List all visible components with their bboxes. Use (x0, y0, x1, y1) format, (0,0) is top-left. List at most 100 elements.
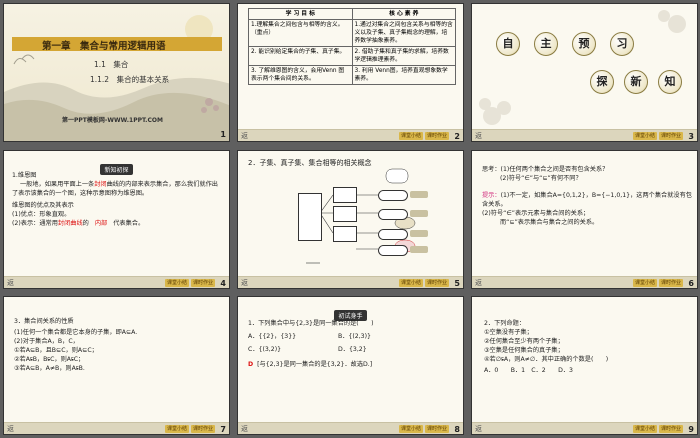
text-span: (2)表示：通常用 (12, 220, 58, 227)
list-item: (1)任何一个集合都是它本身的子集，即A⊆A. (14, 329, 138, 336)
branch-box (333, 206, 357, 222)
slide-number: 8 (454, 425, 460, 434)
highlight-text: 封闭曲线 (57, 220, 83, 227)
list-item: ①若A⊆B，且B⊆C，则A⊆C； (14, 347, 98, 354)
answer-line: D [与{2,3}是同一集合的是{3,2}．故选D.] (248, 360, 458, 369)
slide-number: 4 (220, 279, 226, 288)
table-cell: 2. 借助子集和真子集的求解，培养数学逻辑推理素养。 (351, 46, 456, 66)
definition-pill (378, 245, 408, 256)
table-header: 学 习 目 标 (248, 8, 353, 20)
summary-button[interactable]: 课堂小结 (398, 132, 423, 140)
summary-button[interactable]: 课堂小结 (632, 279, 657, 287)
footer-buttons: 课堂小结 课时作业 (632, 425, 683, 433)
title-char: 新 (624, 70, 648, 94)
back-label[interactable]: 返 (475, 131, 482, 141)
homework-button[interactable]: 课时作业 (424, 132, 449, 140)
subsection-title: 1.1.2 集合的基本关系 (90, 75, 170, 84)
list-item: ①空集没有子集； (484, 329, 533, 336)
slide-thumbnail-1[interactable]: 第一章 集合与常用逻辑用语 1.1 集合 1.1.2 集合的基本关系 第一PPT… (3, 3, 230, 142)
slide-thumbnail-3[interactable]: 自 主 预 习 探 新 知 返 课堂小结 课时作业 3 (471, 3, 698, 142)
homework-button[interactable]: 课时作业 (424, 279, 449, 287)
question-line: (2)符号“∈”与“⊆”有何不同？ (500, 175, 582, 182)
option-d: D．{3,2} (338, 346, 367, 353)
answer-label: D (248, 361, 254, 368)
slide-thumbnail-7[interactable]: 3．集合间关系的性质 (1)任何一个集合都是它本身的子集，即A⊆A. (2)对于… (3, 296, 230, 435)
option-b: B．{(2,3)} (338, 333, 371, 340)
slide-number: 6 (688, 279, 694, 288)
summary-button[interactable]: 课堂小结 (632, 425, 657, 433)
highlight-text: 封闭 (94, 181, 107, 188)
slide-thumbnail-6[interactable]: 思考：(1)任何两个集合之间是否有包含关系？ (2)符号“∈”与“⊆”有何不同？… (471, 150, 698, 289)
chapter-title: 第一章 集合与常用逻辑用语 (42, 41, 166, 52)
footer-buttons: 课堂小结 课时作业 (164, 279, 215, 287)
list-item: ④若∅⫋A，则A≠∅．其中正确的个数是( ) (484, 356, 609, 363)
hint-text: (1)不一定，如集合A={0,1,2}，B={−1,0,1}，这两个集合就没有包… (482, 192, 692, 208)
objectives-table: 学 习 目 标核 心 素 养 1.理解集合之间包含与相等的含义。（重点） 1.通过… (248, 8, 456, 85)
venn-definition: 一般地，如果用平面上一条封闭曲线的内部来表示集合，那么我们就作出了表示该集合的一… (12, 180, 224, 198)
back-label[interactable]: 返 (475, 424, 482, 434)
back-label[interactable]: 返 (241, 424, 248, 434)
hint-line: 提示：(1)不一定，如集合A={0,1,2}，B={−1,0,1}，这两个集合就… (482, 191, 692, 209)
hint-line: 而“⊆”表示集合与集合之间的关系。 (500, 219, 599, 226)
table-cell: 3. 利用 Venn图，培养直观想象数学素养。 (351, 65, 456, 85)
summary-button[interactable]: 课堂小结 (398, 279, 423, 287)
concept-diagram (238, 151, 463, 288)
homework-button[interactable]: 课时作业 (190, 279, 215, 287)
back-label[interactable]: 返 (241, 278, 248, 288)
list-item: (1)优点：形象直观。 (12, 211, 71, 218)
footer-buttons: 课堂小结 课时作业 (398, 279, 449, 287)
heading-venn: 1.维恩图 (12, 172, 37, 179)
highlight-text: 内部 (94, 220, 108, 227)
template-credit: 第一PPT模板网-WWW.1PPT.COM (62, 117, 163, 124)
slide-number: 3 (688, 132, 694, 141)
summary-button[interactable]: 课堂小结 (164, 425, 189, 433)
list-item: (2)表示：通常用封闭曲线的 内部 代表集合。 (12, 219, 224, 228)
options-row: A．{{2}，{3}} B．{(2,3)} (248, 332, 458, 341)
options-row: A．0 B．1 C．2 D．3 (484, 367, 573, 374)
slide-thumbnail-5[interactable]: 2．子集、真子集、集合相等的相关概念 返 课堂小结 课时作业 5 (237, 150, 464, 289)
slide-thumbnail-9[interactable]: 2．下列命题： ①空集没有子集； ②任何集合至少有两个子集； ③空集是任何集合的… (471, 296, 698, 435)
table-header: 核 心 素 养 (351, 8, 456, 20)
slide-title: 3．集合间关系的性质 (14, 318, 74, 325)
list-item: (2)对于集合A，B，C， (14, 338, 79, 345)
explore-title: 探 新 知 (590, 70, 682, 94)
slide-body: 1．下列集合中与{2,3}是同一集合的是( ) A．{{2}，{3}} B．{(2… (248, 319, 458, 369)
symbol-chip (410, 246, 428, 253)
question-line: 1．下列集合中与{2,3}是同一集合的是( ) (248, 320, 374, 327)
table-cell: 1.通过对集合之间包含关系与相等的含义以及子集、真子集概念的理解，培养数学抽象素… (351, 19, 456, 47)
footer-buttons: 课堂小结 课时作业 (164, 425, 215, 433)
table-cell: 2. 能识别给定集合的子集、真子集。 (248, 46, 353, 66)
slide-number: 1 (220, 130, 226, 139)
summary-button[interactable]: 课堂小结 (164, 279, 189, 287)
back-label[interactable]: 返 (241, 131, 248, 141)
footer-buttons: 课堂小结 课时作业 (632, 132, 683, 140)
list-item: ②任何集合至少有两个子集； (484, 338, 564, 345)
definition-pill (378, 229, 408, 240)
back-label[interactable]: 返 (7, 424, 14, 434)
text-span: 的 (82, 220, 89, 227)
title-char: 预 (572, 32, 596, 56)
slide-thumbnail-2[interactable]: 学 习 目 标核 心 素 养 1.理解集合之间包含与相等的含义。（重点） 1.通过… (237, 3, 464, 142)
homework-button[interactable]: 课时作业 (658, 425, 683, 433)
footer-buttons: 课堂小结 课时作业 (398, 132, 449, 140)
root-box (298, 193, 322, 241)
homework-button[interactable]: 课时作业 (190, 425, 215, 433)
summary-button[interactable]: 课堂小结 (398, 425, 423, 433)
footer-buttons: 课堂小结 课时作业 (632, 279, 683, 287)
back-label[interactable]: 返 (7, 278, 14, 288)
slide-thumbnail-8[interactable]: 初试身手 1．下列集合中与{2,3}是同一集合的是( ) A．{{2}，{3}}… (237, 296, 464, 435)
title-char: 探 (590, 70, 614, 94)
slide-body: 3．集合间关系的性质 (1)任何一个集合都是它本身的子集，即A⊆A. (2)对于… (14, 317, 224, 373)
homework-button[interactable]: 课时作业 (658, 132, 683, 140)
slide-number: 9 (688, 425, 694, 434)
summary-button[interactable]: 课堂小结 (632, 132, 657, 140)
slide-thumbnail-4[interactable]: 新知初探 1.维恩图 一般地，如果用平面上一条封闭曲线的内部来表示集合，那么我们… (3, 150, 230, 289)
options-row: C．{(3,2)} D．{3,2} (248, 345, 458, 354)
back-label[interactable]: 返 (475, 278, 482, 288)
homework-button[interactable]: 课时作业 (424, 425, 449, 433)
hint-line: (2)符号“∈”表示元素与集合间的关系； (482, 210, 590, 217)
homework-button[interactable]: 课时作业 (658, 279, 683, 287)
title-char: 主 (534, 32, 558, 56)
symbol-chip (410, 191, 428, 198)
option-c: C．{(3,2)} (248, 346, 282, 353)
